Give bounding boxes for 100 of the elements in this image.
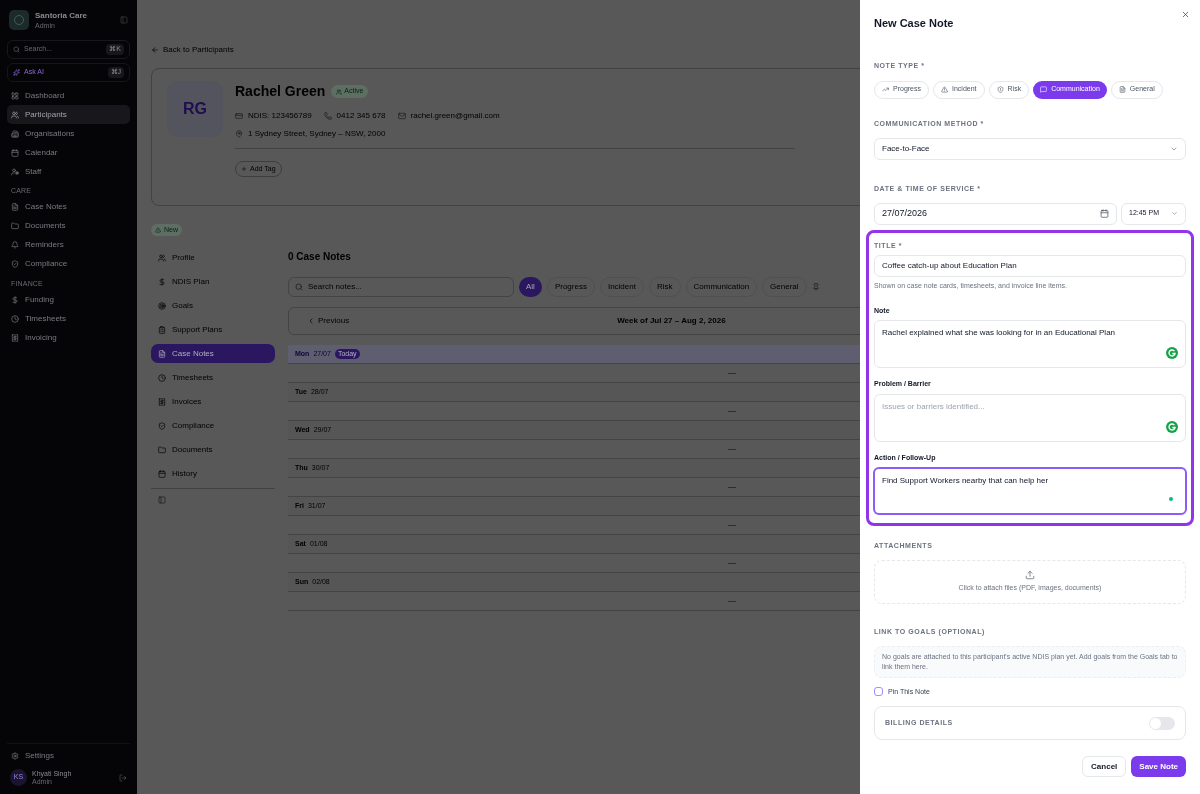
plus-icon: [241, 166, 247, 172]
nav-item[interactable]: Staff: [7, 162, 130, 181]
profile-tab[interactable]: NDIS Plan: [151, 272, 275, 291]
upload-icon: [1025, 570, 1035, 581]
nav-icon: [11, 167, 19, 176]
calendar-icon: [1100, 209, 1109, 218]
document-icon: [1118, 86, 1126, 93]
nav-icon: [11, 91, 19, 100]
nav-item[interactable]: Compliance: [7, 254, 130, 274]
nav-icon: [11, 295, 19, 304]
logout-icon[interactable]: [119, 773, 127, 782]
text-area[interactable]: Issues or barriers identified...: [874, 393, 1186, 442]
collapse-icon[interactable]: [120, 16, 128, 24]
phone-icon: [323, 112, 332, 120]
method-select[interactable]: Face-to-Face: [874, 137, 1186, 160]
profile-tab[interactable]: Support Plans: [151, 320, 275, 339]
nav-icon: [11, 222, 19, 230]
warning-icon: [941, 86, 948, 93]
text-area[interactable]: Find Support Workers nearby that can help her: [873, 467, 1187, 515]
week-label: Week of Jul 27 – Aug 2, 2026: [617, 315, 726, 327]
tab-icon: [158, 253, 166, 262]
nav-item[interactable]: Documents: [7, 216, 130, 236]
cancel-button[interactable]: Cancel: [1082, 756, 1127, 778]
save-button[interactable]: Save Note: [1131, 756, 1186, 778]
drawer-title: New Case Note: [874, 16, 955, 31]
arrow-left-icon: [151, 46, 159, 54]
chat-icon: [1040, 86, 1048, 93]
search-icon: [295, 283, 303, 291]
case-notes-heading: 0 Case Notes: [288, 250, 352, 264]
address: 1 Sydney Street, Sydney – NSW, 2000: [248, 128, 386, 140]
profile-tab[interactable]: Invoices: [151, 392, 275, 411]
warning-icon: [155, 227, 161, 233]
profile-tab[interactable]: Documents: [151, 440, 275, 459]
tab-icon: [158, 325, 166, 334]
email-address: rachel.green@gmail.com: [410, 110, 500, 122]
nav-icon: [11, 333, 19, 342]
empty-dash: —: [728, 519, 736, 531]
trend-icon: [882, 86, 889, 93]
participant-avatar: RG: [167, 81, 223, 137]
empty-dash: —: [728, 481, 736, 493]
profile-tab[interactable]: Profile: [151, 248, 275, 267]
tab-icon: [158, 421, 166, 430]
shield-icon: [996, 86, 1004, 93]
phone-number: 0412 345 678: [336, 110, 386, 122]
nav-item[interactable]: Timesheets: [7, 309, 130, 328]
nav-icon: [11, 203, 19, 211]
nav-icon: [11, 314, 19, 323]
nav-item[interactable]: Dashboard: [7, 86, 130, 105]
empty-dash: —: [728, 443, 736, 455]
circle-g-icon: [1166, 347, 1178, 359]
pin-icon[interactable]: [811, 283, 820, 291]
pin-checkbox[interactable]: [874, 687, 883, 697]
ndis-number: NDIS: 123456789: [248, 110, 312, 122]
tab-icon: [158, 397, 166, 406]
nav-icon: [11, 241, 19, 249]
panel-icon[interactable]: [158, 496, 166, 504]
person-icon: [336, 88, 343, 95]
circle-g-icon: [1166, 420, 1178, 433]
chevron-down-icon: [1171, 210, 1178, 217]
profile-tab[interactable]: History: [151, 464, 275, 483]
nav-item[interactable]: Funding: [7, 290, 130, 309]
close-icon[interactable]: [1181, 10, 1190, 19]
previous-button[interactable]: Previous: [307, 315, 350, 327]
back-link[interactable]: Back to Participants: [151, 44, 860, 56]
tab-icon: [158, 301, 166, 310]
billing-toggle[interactable]: [1149, 716, 1175, 730]
empty-dash: —: [728, 405, 736, 417]
id-card-icon: [235, 112, 243, 120]
mail-icon: [397, 112, 406, 120]
chevron-left-icon: [307, 317, 315, 325]
nav-icon: [11, 148, 19, 157]
nav-item[interactable]: Calendar: [7, 143, 130, 162]
nav-item[interactable]: Reminders: [7, 235, 130, 255]
search-icon: [13, 46, 20, 53]
nav-item[interactable]: Organisations: [7, 124, 130, 143]
empty-dash: —: [728, 557, 736, 569]
notes-search-field[interactable]: Search notes...: [288, 277, 514, 297]
nav-item[interactable]: Participants: [7, 105, 130, 124]
settings-icon: [11, 752, 19, 760]
tab-icon: [158, 469, 166, 478]
nav-icon: [11, 110, 19, 119]
empty-dash: —: [728, 367, 736, 379]
profile-tab[interactable]: Case Notes: [151, 344, 275, 363]
map-pin-icon: [235, 130, 243, 138]
text-area[interactable]: Rachel explained what she was looking for in an Educational Plan: [874, 320, 1186, 368]
nav-item[interactable]: Case Notes: [7, 197, 130, 217]
profile-tab[interactable]: Timesheets: [151, 368, 275, 387]
profile-tab[interactable]: Compliance: [151, 416, 275, 435]
empty-dash: —: [728, 595, 736, 607]
profile-tab[interactable]: Goals: [151, 296, 275, 315]
tab-icon: [158, 373, 166, 382]
logo-icon: [9, 10, 29, 30]
nav-item[interactable]: Invoicing: [7, 328, 130, 347]
filter-chip[interactable]: All: [519, 277, 542, 297]
settings-link[interactable]: Settings: [7, 750, 130, 762]
tab-icon: [158, 349, 166, 358]
brand-name: Santoria Care: [35, 11, 88, 20]
date-field[interactable]: 27/07/2026: [874, 202, 1117, 225]
nav-icon: [11, 129, 19, 138]
title-field[interactable]: Coffee catch-up about Education Plan: [874, 255, 1186, 277]
